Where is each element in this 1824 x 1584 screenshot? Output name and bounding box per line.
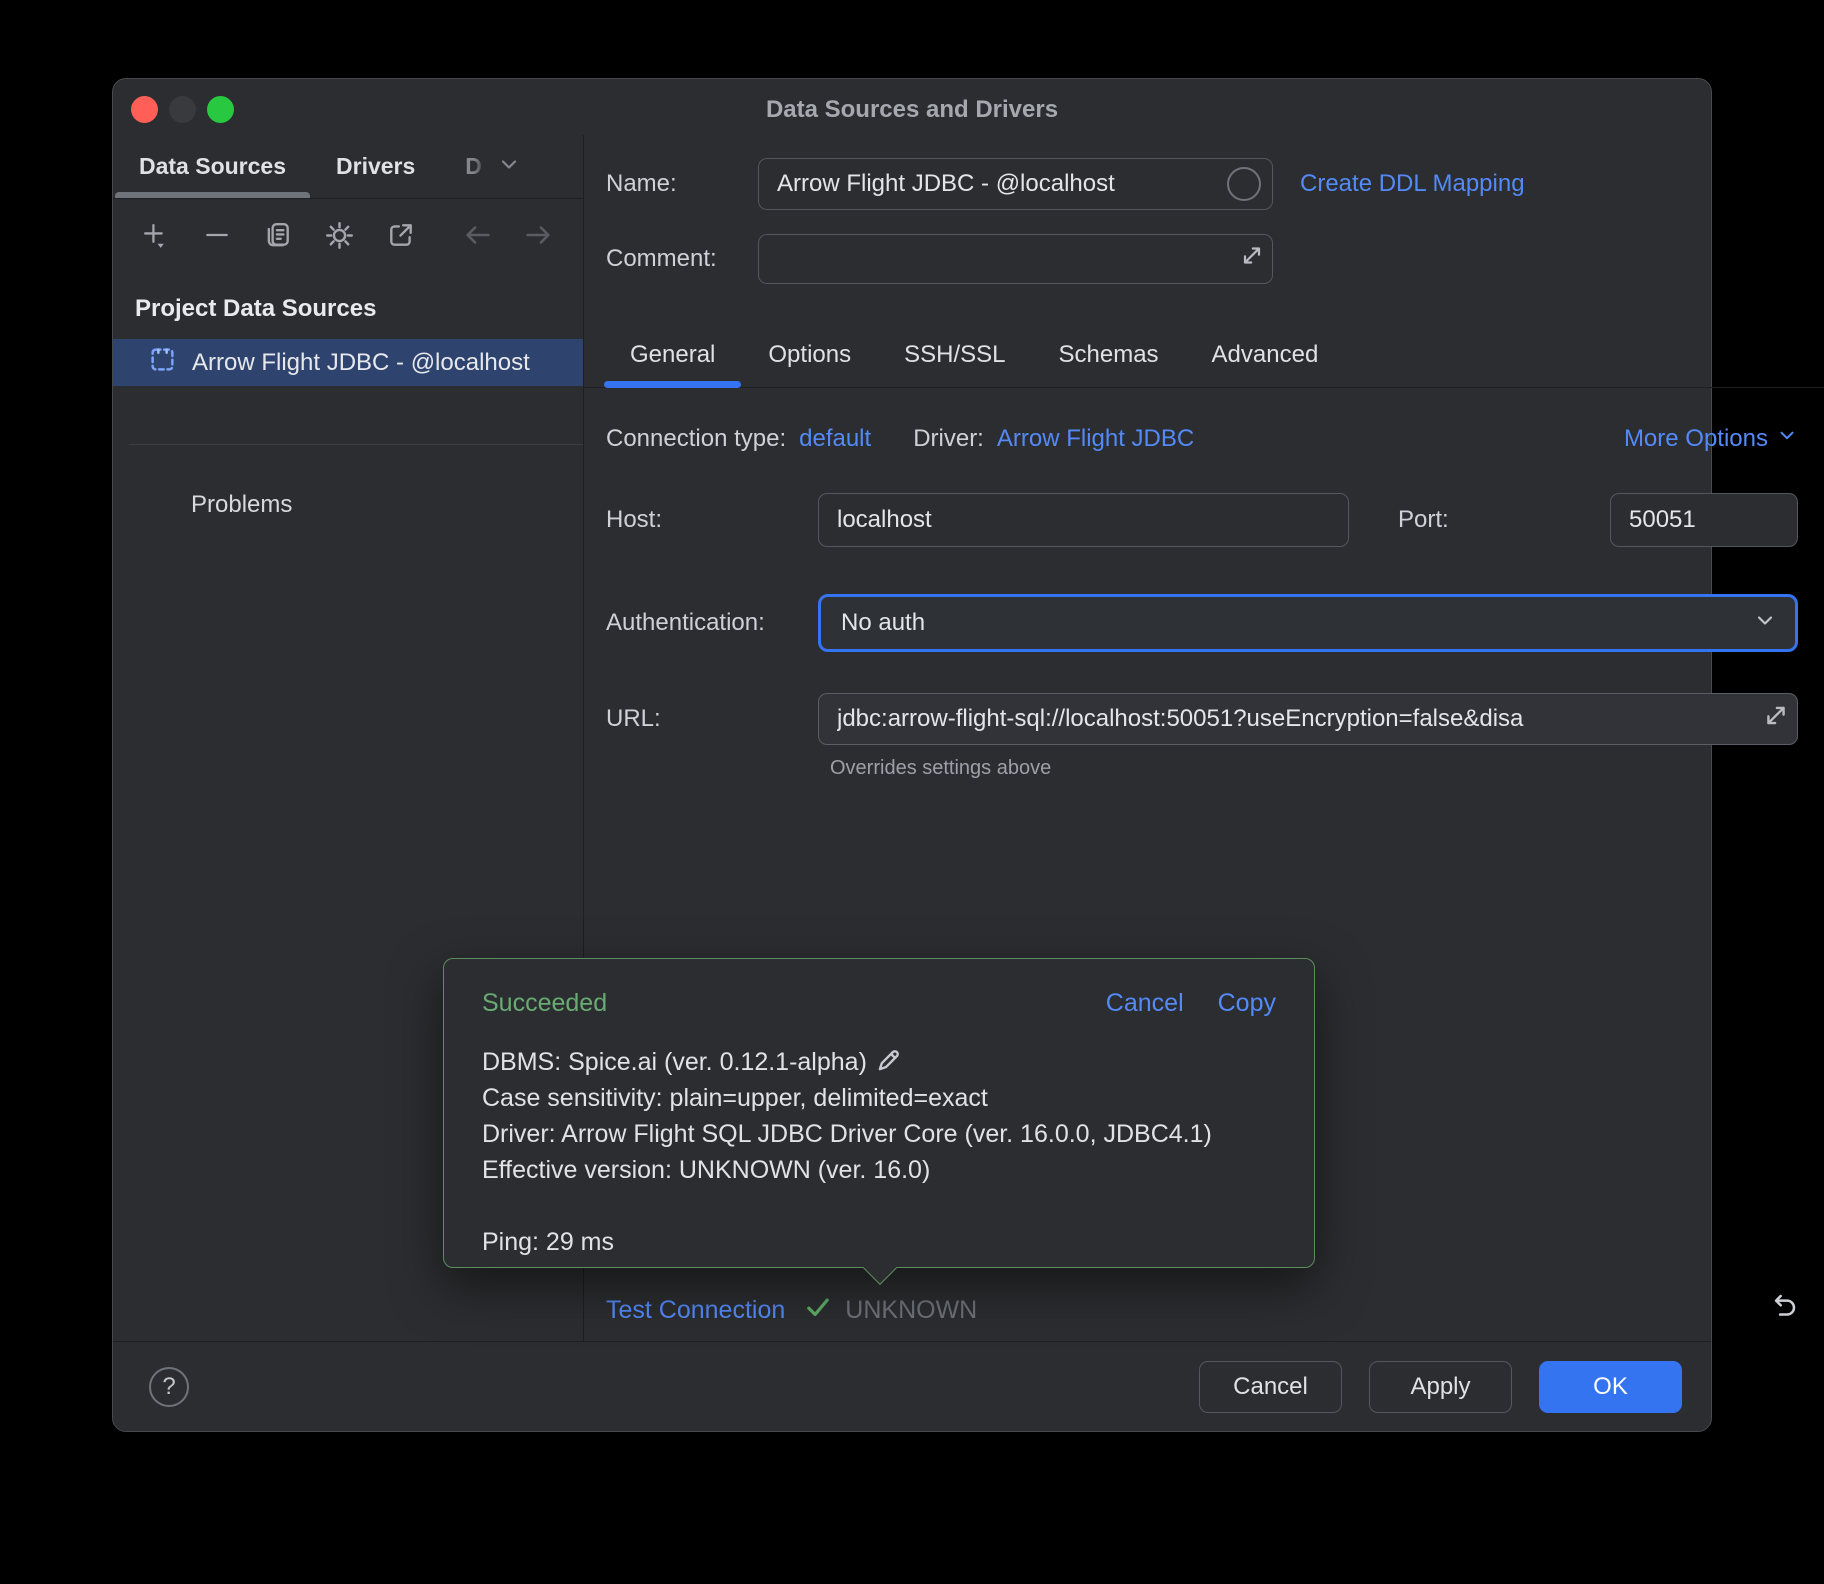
chevron-down-icon [1753, 608, 1777, 639]
more-options-link[interactable]: More Options [1624, 424, 1798, 453]
connection-type-value-link[interactable]: default [799, 425, 871, 453]
sidebar-item-problems[interactable]: Problems [191, 491, 583, 519]
progress-circle-icon [1227, 167, 1261, 201]
popup-driver-line: Driver: Arrow Flight SQL JDBC Driver Cor… [482, 1116, 1276, 1152]
tab-general[interactable]: General [630, 322, 715, 387]
success-check-icon [803, 1292, 833, 1329]
duplicate-icon[interactable] [264, 221, 292, 249]
back-icon[interactable] [463, 220, 493, 250]
data-source-item-selected[interactable]: Arrow Flight JDBC - @localhost [113, 339, 583, 386]
host-label: Host: [606, 506, 818, 534]
tab-ssh-ssl[interactable]: SSH/SSL [904, 322, 1005, 387]
test-connection-popup: Succeeded Cancel Copy DBMS: Spice.ai (ve… [443, 958, 1315, 1268]
settings-tabstrip: General Options SSH/SSL Schemas Advanced [584, 322, 1824, 388]
comment-input[interactable] [758, 234, 1273, 284]
popup-dbms-line: DBMS: Spice.ai (ver. 0.12.1-alpha) [482, 1044, 1276, 1080]
connection-type-label: Connection type: [606, 425, 786, 453]
url-label: URL: [606, 705, 818, 733]
authentication-label: Authentication: [606, 609, 818, 637]
add-data-source-icon[interactable] [141, 221, 170, 250]
expand-editor-icon[interactable] [1763, 703, 1789, 736]
popup-version-line: Effective version: UNKNOWN (ver. 16.0) [482, 1152, 1276, 1188]
port-input[interactable]: 50051 [1610, 493, 1798, 547]
expand-editor-icon[interactable] [1240, 244, 1264, 275]
test-connection-link[interactable]: Test Connection [606, 1296, 785, 1325]
port-label: Port: [1398, 506, 1610, 534]
popup-status: Succeeded [482, 989, 607, 1018]
chevron-down-icon [1776, 424, 1798, 453]
pencil-icon[interactable] [875, 1048, 901, 1074]
data-sources-dialog: Data Sources and Drivers Data Sources Dr… [112, 78, 1712, 1432]
test-connection-row: Test Connection UNKNOWN [606, 1287, 1798, 1333]
host-input[interactable]: localhost [818, 493, 1349, 547]
open-in-new-icon[interactable] [387, 221, 415, 249]
sidebar-tabstrip: Data Sources Drivers D [113, 135, 583, 199]
tab-drivers[interactable]: Drivers [336, 135, 415, 198]
chevron-down-icon [497, 152, 521, 182]
name-input[interactable]: Arrow Flight JDBC - @localhost [758, 158, 1273, 210]
dialog-footer: ? Cancel Apply OK [113, 1341, 1711, 1431]
remove-icon[interactable] [203, 221, 231, 249]
name-label: Name: [606, 170, 758, 198]
revert-icon[interactable] [1768, 1292, 1798, 1329]
authentication-select[interactable]: No auth [818, 594, 1798, 652]
help-button[interactable]: ? [149, 1367, 189, 1407]
ok-button[interactable]: OK [1539, 1361, 1682, 1413]
popup-cancel-link[interactable]: Cancel [1106, 989, 1184, 1018]
tab-overflow[interactable]: D [465, 135, 521, 198]
popup-copy-link[interactable]: Copy [1218, 989, 1276, 1018]
apply-button[interactable]: Apply [1369, 1361, 1512, 1413]
driver-value-link[interactable]: Arrow Flight JDBC [997, 425, 1194, 453]
url-hint: Overrides settings above [830, 757, 1798, 780]
tab-data-sources[interactable]: Data Sources [139, 135, 286, 198]
sidebar-toolbar [113, 199, 583, 271]
forward-icon[interactable] [523, 220, 553, 250]
tab-advanced[interactable]: Advanced [1212, 322, 1319, 387]
connection-status-text: UNKNOWN [845, 1296, 977, 1325]
data-source-item-label: Arrow Flight JDBC - @localhost [192, 349, 530, 377]
tab-options[interactable]: Options [768, 322, 851, 387]
project-data-sources-header: Project Data Sources [135, 295, 583, 323]
data-source-icon [149, 346, 176, 380]
sidebar-divider [129, 444, 583, 445]
driver-label: Driver: [913, 425, 984, 453]
cancel-button[interactable]: Cancel [1199, 1361, 1342, 1413]
tab-schemas[interactable]: Schemas [1059, 322, 1159, 387]
window-title: Data Sources and Drivers [113, 79, 1711, 135]
url-input[interactable]: jdbc:arrow-flight-sql://localhost:50051?… [818, 693, 1798, 745]
titlebar: Data Sources and Drivers [113, 79, 1711, 135]
popup-case-line: Case sensitivity: plain=upper, delimited… [482, 1080, 1276, 1116]
create-ddl-mapping-link[interactable]: Create DDL Mapping [1300, 170, 1525, 198]
comment-label: Comment: [606, 245, 758, 273]
gear-icon[interactable] [325, 221, 354, 250]
